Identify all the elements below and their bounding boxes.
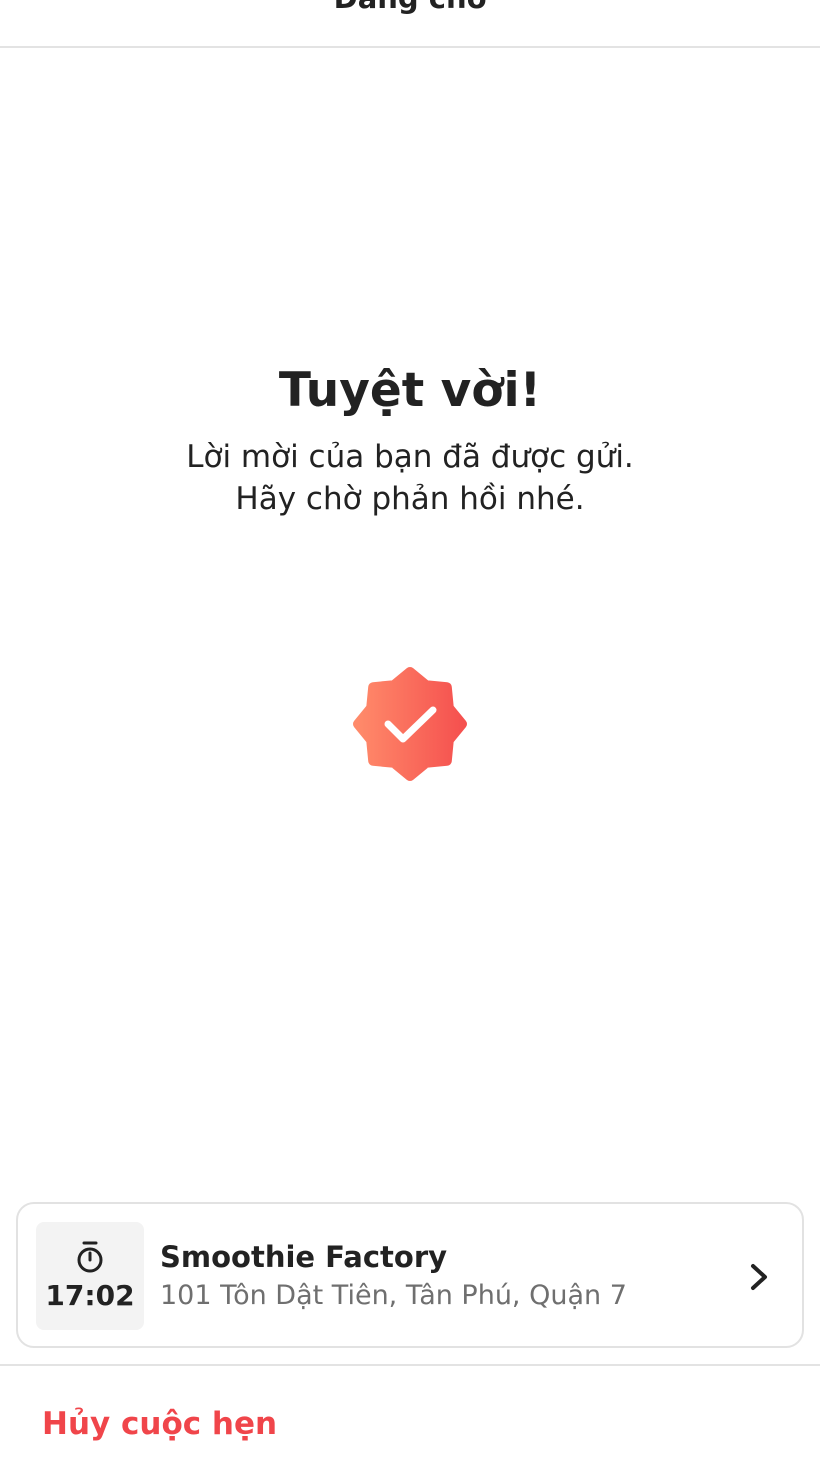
appointment-time-box: 17:02 (36, 1222, 144, 1330)
success-message: Lời mời của bạn đã được gửi. Hãy chờ phả… (0, 436, 820, 520)
page: Đang chờ Tuyệt vời! Lời mời của bạn đã đ… (0, 0, 820, 1458)
appointment-time: 17:02 (45, 1279, 135, 1312)
success-headline: Tuyệt vời! (278, 363, 542, 418)
venue-address: 101 Tôn Dật Tiên, Tân Phú, Quận 7 (160, 1280, 627, 1311)
stopwatch-icon (77, 1241, 103, 1273)
chevron-right-icon[interactable] (748, 1260, 772, 1294)
page-title: Đang chờ (0, 0, 820, 18)
cancel-appointment-button[interactable]: Hủy cuộc hẹn (42, 1402, 277, 1446)
badge-shape (353, 667, 467, 781)
appointment-card[interactable]: 17:02 Smoothie Factory 101 Tôn Dật Tiên,… (16, 1202, 804, 1348)
venue-name: Smoothie Factory (160, 1240, 448, 1274)
success-message-line-2: Hãy chờ phản hồi nhé. (235, 481, 585, 517)
top-bar: Đang chờ (0, 0, 820, 48)
success-message-line-1: Lời mời của bạn đã được gửi. (186, 439, 634, 475)
verified-badge-icon (353, 667, 467, 781)
footer-divider (0, 1364, 820, 1366)
